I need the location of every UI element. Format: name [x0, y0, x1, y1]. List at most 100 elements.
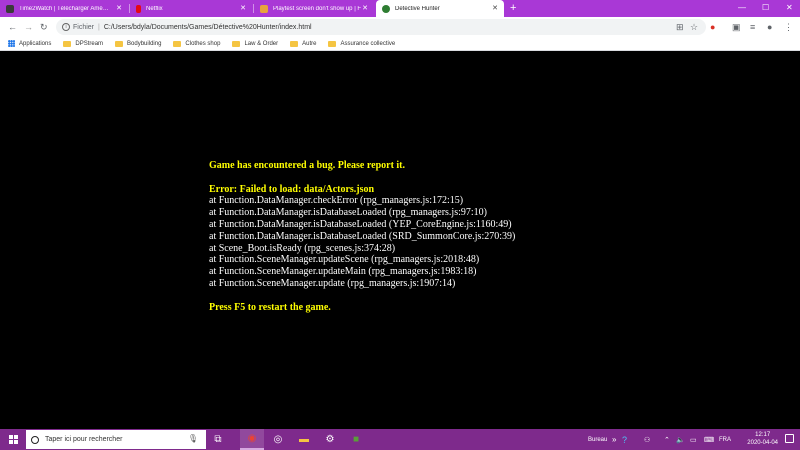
- reload-icon[interactable]: ↻: [40, 20, 48, 34]
- tab-label: Playtest screen don't show up | F: [273, 5, 362, 12]
- stack-line: at Function.DataManager.isDatabaseLoaded…: [209, 218, 512, 230]
- netflix-favicon-icon: [136, 4, 141, 13]
- back-arrow-icon[interactable]: ←: [8, 20, 17, 34]
- bookmark-bodybuilding[interactable]: Bodybuilding: [115, 40, 162, 47]
- clock-time: 12:17: [755, 432, 771, 438]
- tab-detective-hunter[interactable]: Detective Hunter ✕: [376, 0, 504, 17]
- game-canvas[interactable]: Game has encountered a bug. Please repor…: [0, 52, 800, 430]
- minimize-button[interactable]: —: [738, 2, 746, 14]
- profile-avatar-icon[interactable]: ●: [767, 21, 772, 33]
- stack-line: at Function.SceneManager.updateScene (rp…: [209, 254, 480, 266]
- bookmark-clothes-shop[interactable]: Clothes shop: [173, 40, 221, 47]
- extension-icon[interactable]: ▣: [732, 21, 741, 33]
- forward-arrow-icon[interactable]: →: [24, 20, 33, 34]
- folder-icon: [173, 40, 182, 47]
- folder-icon: [328, 40, 337, 47]
- bookmark-autre[interactable]: Autre: [290, 40, 317, 47]
- folder-icon: [115, 40, 124, 47]
- error-headline: Game has encountered a bug. Please repor…: [209, 160, 406, 171]
- windows-logo-icon: [8, 435, 18, 444]
- apps-grid-icon: [8, 40, 15, 47]
- start-button[interactable]: [0, 429, 26, 450]
- clock-date: 2020-04-04: [747, 440, 778, 446]
- bookmark-label: Autre: [302, 40, 317, 47]
- error-title: Error: Failed to load: data/Actors.json: [209, 183, 375, 195]
- bookmarks-bar: Applications DPStream Bodybuilding Cloth…: [0, 37, 800, 51]
- task-view-icon[interactable]: ⧉: [206, 429, 230, 450]
- tab-netflix[interactable]: Netflix ✕: [130, 0, 252, 17]
- people-icon[interactable]: ⚇: [644, 429, 650, 450]
- forum-favicon-icon: [260, 4, 268, 13]
- bookmark-label: DPStream: [75, 40, 104, 47]
- tab-label: Detective Hunter: [395, 5, 440, 12]
- maximize-button[interactable]: ☐: [762, 2, 769, 14]
- game-favicon-icon: [382, 4, 390, 13]
- file-explorer-taskbar-icon[interactable]: ▬: [292, 429, 316, 450]
- tab-strip: Time2Watch | Télécharger Améric ✕ Netfli…: [0, 0, 800, 17]
- minecraft-taskbar-icon[interactable]: ■: [344, 429, 368, 450]
- network-icon[interactable]: ▭: [690, 429, 697, 450]
- folder-icon: [63, 40, 72, 47]
- url-text[interactable]: C:/Users/bdyla/Documents/Games/Détective…: [104, 24, 312, 31]
- close-tab-icon[interactable]: ✕: [492, 4, 498, 12]
- help-icon[interactable]: ?: [622, 429, 627, 450]
- close-tab-icon[interactable]: ✕: [116, 4, 122, 12]
- tray-desktop-label[interactable]: Bureau: [588, 429, 607, 450]
- notification-center-icon[interactable]: [785, 434, 794, 443]
- bookmark-assurance-collective[interactable]: Assurance collective: [328, 40, 396, 47]
- taskbar-search[interactable]: Taper ici pour rechercher 🎙: [26, 430, 206, 449]
- microphone-icon[interactable]: 🎙: [188, 434, 198, 443]
- folder-icon: [290, 40, 299, 47]
- tab-playtest[interactable]: Playtest screen don't show up | F ✕: [254, 0, 374, 17]
- taskbar-clock[interactable]: 12:17 2020-04-04: [747, 431, 778, 447]
- volume-icon[interactable]: 🔈: [676, 429, 685, 450]
- translate-icon[interactable]: ⊞: [676, 21, 684, 33]
- tray-overflow-icon[interactable]: »: [612, 429, 616, 450]
- settings-taskbar-icon[interactable]: ⚙: [318, 429, 342, 450]
- restart-hint: Press F5 to restart the game.: [209, 301, 331, 313]
- close-tab-icon[interactable]: ✕: [362, 4, 368, 12]
- close-tab-icon[interactable]: ✕: [240, 4, 246, 12]
- bookmark-label: Bodybuilding: [127, 40, 162, 47]
- menu-kebab-icon[interactable]: ⋮: [784, 21, 793, 33]
- keyboard-icon[interactable]: ⌨: [704, 429, 714, 450]
- stack-line: at Function.DataManager.isDatabaseLoaded…: [209, 207, 487, 219]
- address-divider: |: [98, 23, 100, 31]
- stack-line: at Function.SceneManager.updateMain (rpg…: [209, 266, 477, 278]
- new-tab-button[interactable]: +: [510, 2, 516, 14]
- bookmark-label: Assurance collective: [340, 40, 396, 47]
- tab-label: Time2Watch | Télécharger Améric: [19, 5, 109, 12]
- stack-line: at Scene_Boot.isReady (rpg_scenes.js:374…: [209, 242, 396, 254]
- steam-taskbar-icon[interactable]: ◎: [266, 429, 290, 450]
- bookmark-label: Clothes shop: [185, 40, 221, 47]
- error-message: Game has encountered a bug. Please repor…: [209, 160, 515, 313]
- tab-label: Netflix: [146, 5, 163, 12]
- tray-chevron-icon[interactable]: ⌃: [664, 429, 670, 450]
- browser-toolbar: ← → ↻ i Fichier | C:/Users/bdyla/Documen…: [0, 17, 800, 37]
- stack-line: at Function.DataManager.isDatabaseLoaded…: [209, 230, 516, 242]
- bookmark-law-order[interactable]: Law & Order: [232, 40, 279, 47]
- info-icon[interactable]: i: [62, 23, 70, 31]
- close-window-button[interactable]: ✕: [786, 2, 793, 14]
- folder-icon: [232, 40, 241, 47]
- tab-time2watch[interactable]: Time2Watch | Télécharger Améric ✕: [0, 0, 128, 17]
- bookmark-dpstream[interactable]: DPStream: [63, 40, 104, 47]
- bookmark-applications[interactable]: Applications: [8, 40, 51, 47]
- security-label: Fichier: [73, 23, 95, 31]
- extension-icon[interactable]: ●: [710, 21, 715, 33]
- bookmark-label: Law & Order: [244, 40, 279, 47]
- windows-taskbar: Taper ici pour rechercher 🎙 ⧉ ◉ ◎ ▬ ⚙ ■ …: [0, 429, 800, 450]
- chrome-taskbar-icon[interactable]: ◉: [240, 429, 264, 450]
- cortana-icon: [31, 435, 39, 444]
- search-placeholder: Taper ici pour rechercher: [45, 436, 123, 443]
- reading-list-icon[interactable]: ≡: [750, 21, 755, 33]
- stack-line: at Function.DataManager.checkError (rpg_…: [209, 195, 464, 207]
- language-indicator[interactable]: FRA: [719, 429, 731, 450]
- time2watch-favicon-icon: [6, 4, 14, 13]
- bookmark-label: Applications: [19, 40, 52, 47]
- bookmark-star-icon[interactable]: ☆: [690, 21, 698, 33]
- stack-line: at Function.SceneManager.update (rpg_man…: [209, 277, 456, 289]
- address-bar[interactable]: i Fichier | C:/Users/bdyla/Documents/Gam…: [56, 19, 706, 35]
